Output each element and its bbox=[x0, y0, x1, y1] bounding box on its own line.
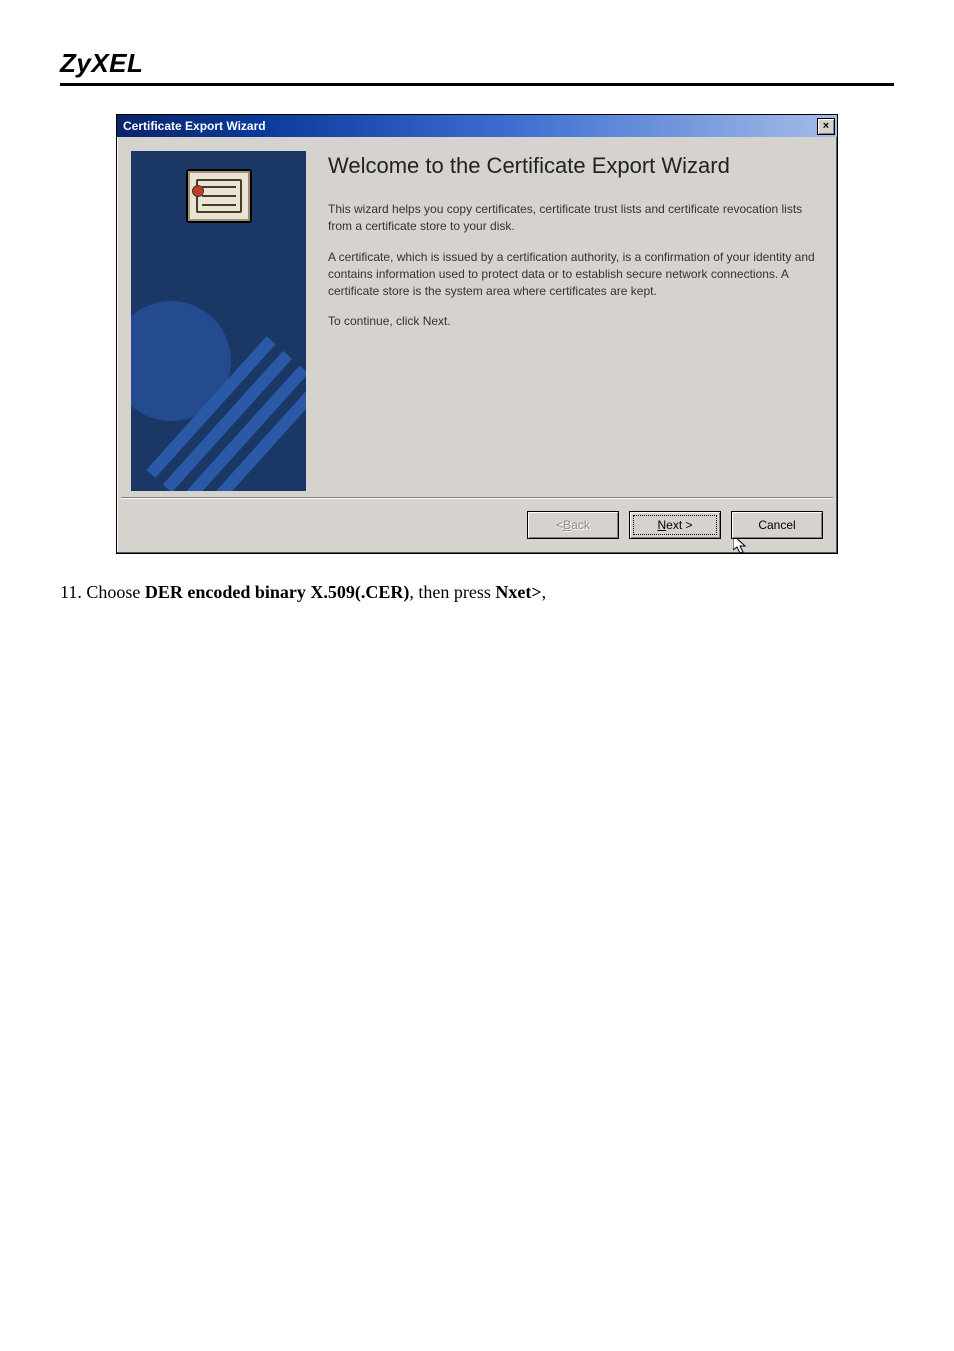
wizard-paragraph-1: This wizard helps you copy certificates,… bbox=[328, 201, 817, 235]
wizard-heading: Welcome to the Certificate Export Wizard bbox=[328, 153, 817, 179]
titlebar: Certificate Export Wizard × bbox=[117, 115, 837, 137]
next-button[interactable]: Next > bbox=[629, 511, 721, 539]
brand-rule bbox=[60, 83, 894, 86]
instruction-step-11: 11. Choose DER encoded binary X.509(.CER… bbox=[60, 582, 894, 603]
cancel-button[interactable]: Cancel bbox=[731, 511, 823, 539]
instruction-mid: , then press bbox=[409, 582, 495, 602]
next-button-mnemonic: N bbox=[657, 518, 666, 532]
wizard-paragraph-2: A certificate, which is issued by a cert… bbox=[328, 249, 817, 299]
cancel-button-label: Cancel bbox=[758, 518, 795, 532]
window-title: Certificate Export Wizard bbox=[123, 119, 266, 133]
wizard-paragraph-3: To continue, click Next. bbox=[328, 313, 817, 330]
certificate-export-wizard-window: Certificate Export Wizard × Welcome to t… bbox=[116, 114, 838, 554]
back-button-mnemonic: B bbox=[563, 518, 571, 532]
wizard-sidebar-graphic bbox=[131, 151, 306, 491]
brand-logo: ZyXEL bbox=[60, 48, 894, 83]
instruction-bold-1: DER encoded binary X.509(.CER) bbox=[145, 582, 410, 602]
back-button-rest: ack bbox=[571, 518, 590, 532]
button-row: < Back Next > Cancel bbox=[117, 499, 837, 553]
back-button-prefix: < bbox=[556, 518, 563, 532]
instruction-number: 11. bbox=[60, 582, 86, 602]
instruction-tail: , bbox=[542, 582, 547, 602]
certificate-icon bbox=[186, 169, 252, 223]
close-button[interactable]: × bbox=[817, 118, 835, 135]
next-button-rest: ext > bbox=[666, 518, 692, 532]
instruction-lead: Choose bbox=[86, 582, 145, 602]
instruction-bold-2: Nxet> bbox=[495, 582, 541, 602]
wizard-text-area: Welcome to the Certificate Export Wizard… bbox=[306, 151, 823, 491]
close-icon: × bbox=[823, 121, 829, 132]
window-body: Welcome to the Certificate Export Wizard… bbox=[117, 137, 837, 497]
back-button: < Back bbox=[527, 511, 619, 539]
